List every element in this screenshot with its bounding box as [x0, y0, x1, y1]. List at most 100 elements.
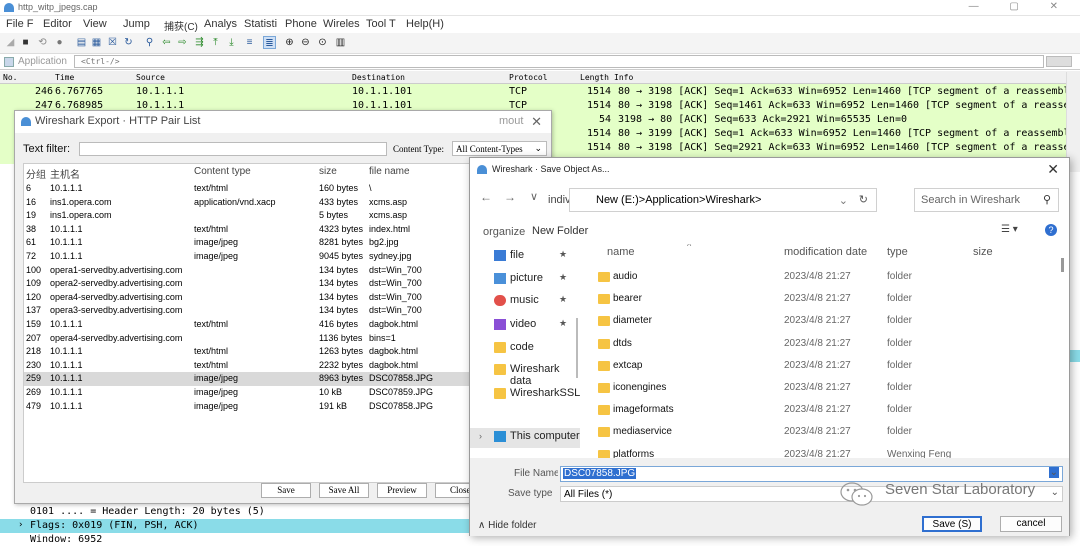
display-filter-input[interactable]: <Ctrl-/>: [74, 55, 1044, 68]
search-input[interactable]: Search in Wireshark ⚲: [914, 188, 1059, 212]
save-all-button[interactable]: Save All: [319, 483, 369, 498]
menu-tools[interactable]: Tool T: [366, 18, 396, 30]
help-icon[interactable]: ?: [1045, 224, 1057, 236]
hide-folder-toggle[interactable]: ∧ Hide folder: [478, 520, 536, 531]
table-row[interactable]: 16 ins1.opera.com application/vnd.xacp 433 …: [24, 196, 542, 210]
nav-scrollbar[interactable]: [576, 318, 578, 378]
menu-capture[interactable]: 捕获(C): [164, 18, 198, 33]
col-type[interactable]: type: [887, 246, 908, 258]
col-content-type[interactable]: Content type: [194, 164, 251, 179]
forward-arrow-icon[interactable]: →: [504, 190, 516, 204]
menu-edit[interactable]: Editor: [43, 18, 72, 30]
open-file-icon[interactable]: ▤: [75, 36, 88, 49]
nav-item-music[interactable]: music ★: [470, 292, 578, 312]
nav-item-wireshark-data[interactable]: Wireshark data: [470, 361, 578, 387]
view-options-icon[interactable]: ☰ ▾: [1001, 224, 1018, 235]
refresh-icon[interactable]: ↻: [859, 193, 868, 206]
save-button[interactable]: Save: [261, 483, 311, 498]
col-no[interactable]: No.: [3, 73, 17, 82]
save-button[interactable]: Save (S): [922, 516, 982, 532]
close-icon[interactable]: ✕: [1047, 161, 1059, 178]
table-row[interactable]: 6 10.1.1.1 text/html 160 bytes \: [24, 182, 542, 196]
stop-capture-icon[interactable]: ■: [19, 36, 32, 49]
menu-file[interactable]: File F: [6, 18, 34, 30]
list-item[interactable]: mediaservice 2023/4/8 21:27 folder: [582, 421, 1060, 443]
table-row[interactable]: 120 opera4-servedby.advertising.com 134 by…: [24, 291, 542, 305]
save-file-icon[interactable]: ▦: [90, 36, 103, 49]
up-arrow-icon[interactable]: ∨: [530, 190, 538, 203]
table-row[interactable]: 479 10.1.1.1 image/jpeg 191 kB DSC07858.JPG: [24, 400, 542, 414]
table-row[interactable]: 19 ins1.opera.com 5 bytes xcms.asp: [24, 209, 542, 223]
col-modification-date[interactable]: modification date: [784, 246, 867, 258]
content-type-select[interactable]: All Content-Types ⌄: [452, 141, 547, 156]
menu-analyze[interactable]: Analys: [204, 18, 237, 30]
col-size[interactable]: size: [319, 164, 337, 179]
zoom-in-icon[interactable]: ⊕: [283, 36, 296, 49]
text-filter-input[interactable]: [79, 142, 387, 156]
table-row[interactable]: 38 10.1.1.1 text/html 4323 bytes index.html: [24, 223, 542, 237]
detail-line[interactable]: 0101 .... = Header Length: 20 bytes (5): [30, 506, 265, 517]
back-arrow-icon[interactable]: ←: [480, 190, 492, 204]
list-item[interactable]: platforms 2023/4/8 21:27 Wenxing Feng: [582, 444, 1060, 459]
organize-button[interactable]: organize: [483, 226, 525, 238]
first-packet-icon[interactable]: ⤒: [209, 36, 222, 49]
col-packet[interactable]: 分组: [26, 164, 46, 181]
menu-jump[interactable]: Jump: [123, 18, 150, 30]
menu-wireless[interactable]: Wireles: [323, 18, 360, 30]
table-row[interactable]: 159 10.1.1.1 text/html 416 bytes dagbok.html: [24, 318, 542, 332]
menu-statistics[interactable]: Statisti: [244, 18, 277, 30]
nav-item-wiresharkssl[interactable]: WiresharkSSL: [470, 385, 580, 405]
cancel-button[interactable]: cancel: [1000, 516, 1062, 532]
list-item[interactable]: imageformats 2023/4/8 21:27 folder: [582, 399, 1060, 421]
table-row[interactable]: 72 10.1.1.1 image/jpeg 9045 bytes sydney.jpg: [24, 250, 542, 264]
menu-phone[interactable]: Phone: [285, 18, 317, 30]
table-row[interactable]: 218 10.1.1.1 text/html 1263 bytes dagbok.htm…: [24, 345, 542, 359]
table-row[interactable]: 207 opera4-servedby.advertising.com 1136 b…: [24, 332, 542, 346]
zoom-reset-icon[interactable]: ⊙: [316, 36, 329, 49]
col-info[interactable]: Info: [614, 73, 633, 82]
list-item[interactable]: dtds 2023/4/8 21:27 folder: [582, 333, 1060, 355]
nav-item-file[interactable]: file ★: [470, 247, 578, 267]
table-row[interactable]: 269 10.1.1.1 image/jpeg 10 kB DSC07859.JPG: [24, 386, 542, 400]
close-icon[interactable]: ✕: [531, 114, 542, 130]
list-item[interactable]: audio 2023/4/8 21:27 folder: [582, 266, 1060, 288]
start-capture-icon[interactable]: ◢: [4, 36, 17, 49]
window-controls[interactable]: — ▢ ✕: [969, 1, 1072, 12]
col-time[interactable]: Time: [55, 73, 74, 82]
list-item[interactable]: bearer 2023/4/8 21:27 folder: [582, 288, 1060, 310]
preview-button[interactable]: Preview: [377, 483, 427, 498]
list-item[interactable]: iconengines 2023/4/8 21:27 folder: [582, 377, 1060, 399]
filter-bookmark-icon[interactable]: [4, 57, 14, 67]
nav-item-video[interactable]: video ★: [470, 316, 578, 336]
table-row[interactable]: 230 10.1.1.1 text/html 2232 bytes dagbok.htm…: [24, 359, 542, 373]
go-to-packet-icon[interactable]: ⇶: [193, 36, 206, 49]
col-size[interactable]: size: [973, 246, 993, 258]
zoom-out-icon[interactable]: ⊖: [299, 36, 312, 49]
colorize-icon[interactable]: ≣: [263, 36, 276, 49]
last-packet-icon[interactable]: ⤓: [225, 36, 238, 49]
resize-columns-icon[interactable]: ▥: [334, 36, 347, 49]
find-icon[interactable]: ⚲: [143, 36, 156, 49]
col-protocol[interactable]: Protocol: [509, 73, 548, 82]
table-row[interactable]: 109 opera2-servedby.advertising.com 134 by…: [24, 277, 542, 291]
detail-line-selected[interactable]: › Flags: 0x019 (FIN, PSH, ACK): [0, 519, 469, 533]
go-forward-icon[interactable]: ⇨: [176, 36, 189, 49]
menu-help[interactable]: Help(H): [406, 18, 444, 30]
col-filename[interactable]: file name: [369, 164, 410, 179]
nav-item-picture[interactable]: picture ★: [470, 270, 578, 290]
file-list-scrollbar[interactable]: [1061, 258, 1064, 272]
table-row[interactable]: 100 opera1-servedby.advertising.com 134 by…: [24, 264, 542, 278]
col-length[interactable]: Length: [580, 73, 609, 82]
table-row[interactable]: 61 10.1.1.1 image/jpeg 8281 bytes bg2.jpg: [24, 236, 542, 250]
nav-item-code[interactable]: code: [470, 339, 578, 359]
col-hostname[interactable]: 主机名: [50, 164, 80, 181]
col-destination[interactable]: Destination: [352, 73, 405, 82]
col-source[interactable]: Source: [136, 73, 165, 82]
new-folder-button[interactable]: New Folder: [532, 225, 588, 237]
restart-capture-icon[interactable]: ⟲: [36, 36, 49, 49]
detail-line[interactable]: Window: 6952: [30, 534, 102, 545]
list-item[interactable]: diameter 2023/4/8 21:27 folder: [582, 310, 1060, 332]
table-row[interactable]: 137 opera3-servedby.advertising.com 134 by…: [24, 304, 542, 318]
menu-view[interactable]: View: [83, 18, 107, 30]
address-bar[interactable]: New (E:)>Application>Wireshark> ⌄ ↻: [569, 188, 877, 212]
